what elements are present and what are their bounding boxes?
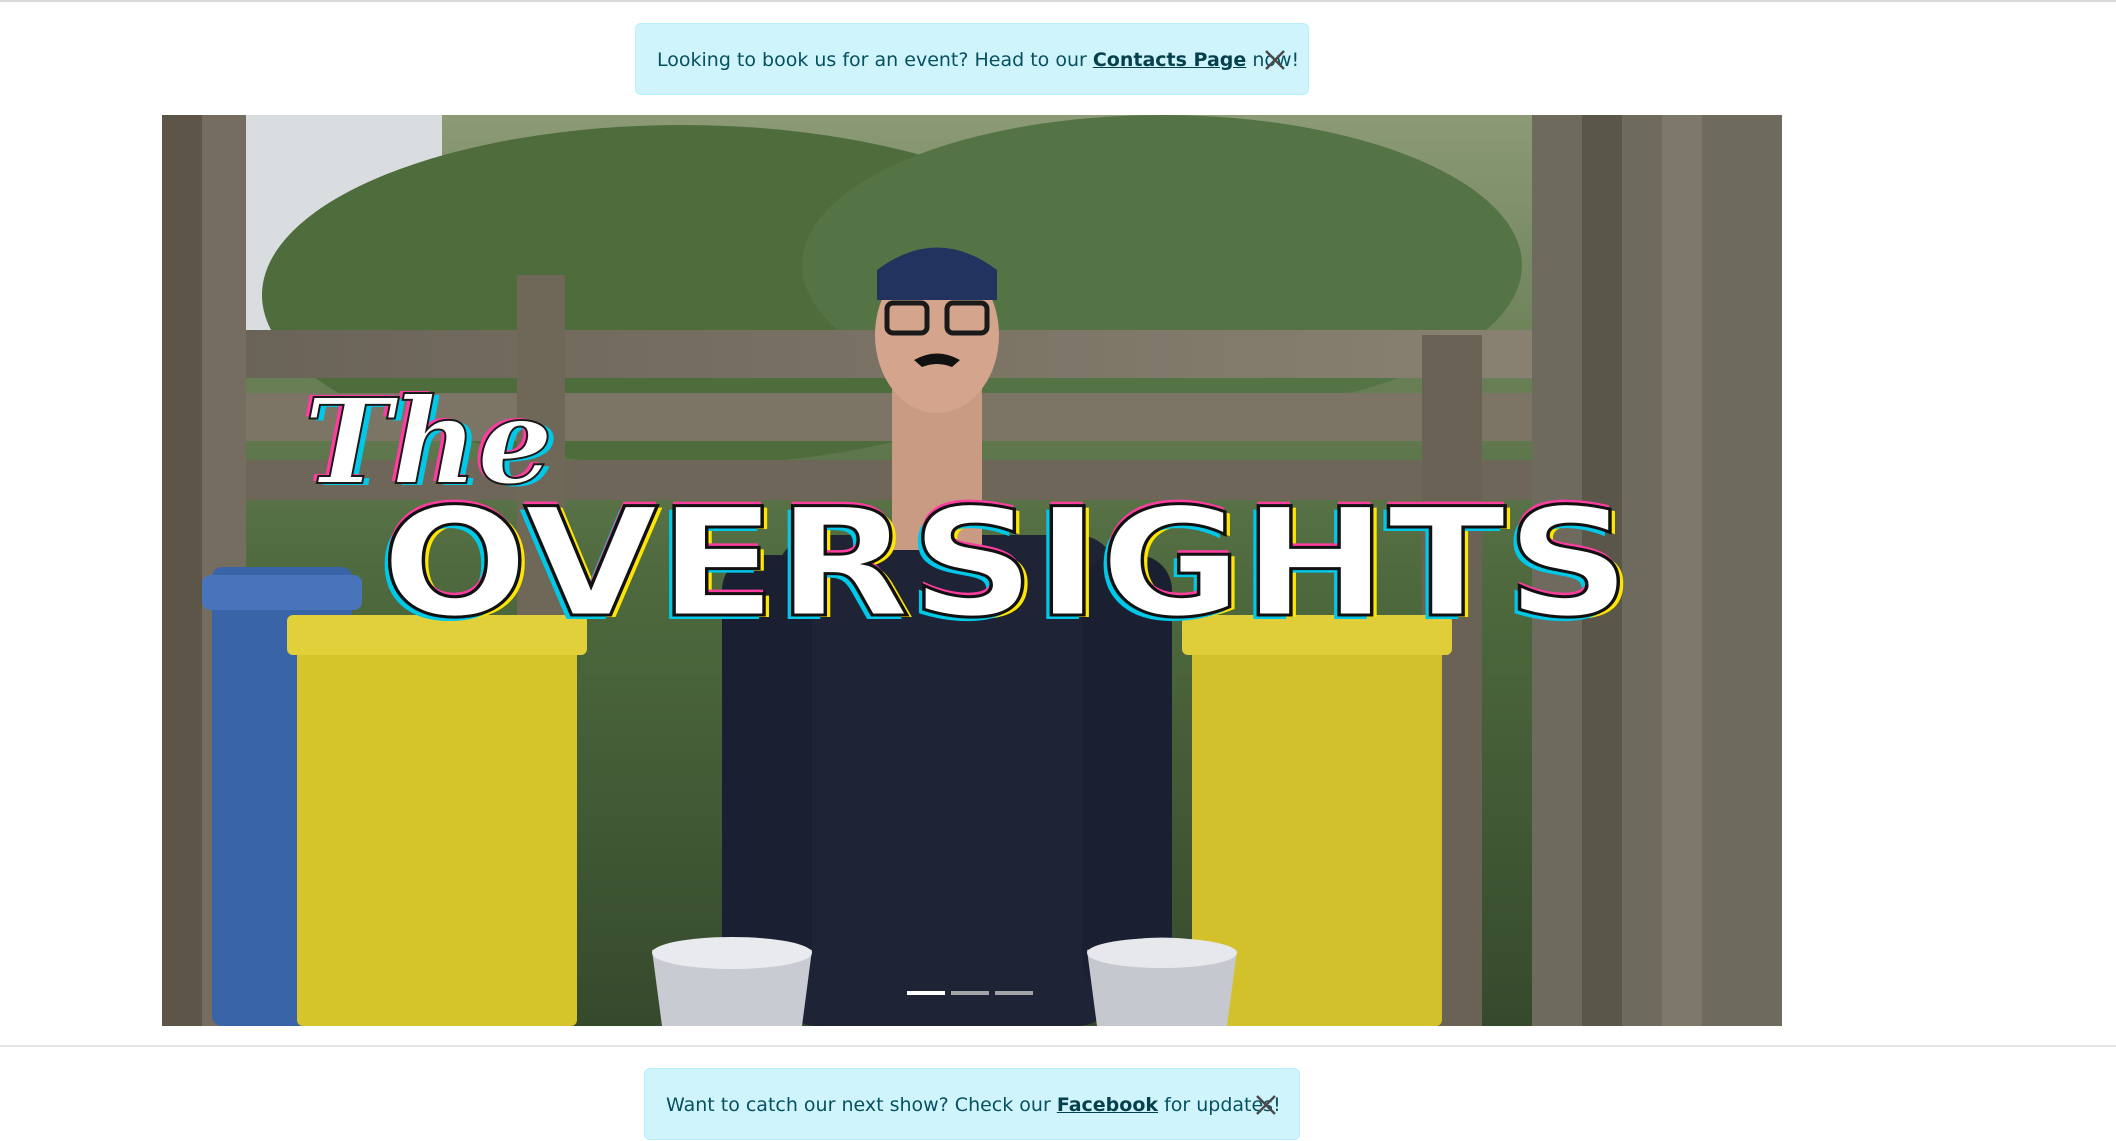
carousel-indicator-2[interactable]	[951, 991, 989, 995]
bottom-alert: Want to catch our next show? Check our F…	[644, 1068, 1300, 1140]
carousel-indicators	[907, 991, 1037, 997]
contacts-page-link[interactable]: Contacts Page	[1093, 49, 1246, 71]
top-alert-text: Looking to book us for an event? Head to…	[657, 49, 1087, 71]
bottom-alert-close-button[interactable]	[1233, 1069, 1299, 1141]
oversights-logo: The The The OVERSIGHTS OVERSIGHTS OVERSI…	[300, 370, 1636, 655]
top-alert-close-button[interactable]	[1242, 24, 1308, 96]
section-divider	[0, 1045, 2116, 1047]
close-icon	[1265, 50, 1285, 70]
hero-carousel[interactable]: The The The OVERSIGHTS OVERSIGHTS OVERSI…	[162, 115, 1782, 1026]
carousel-indicator-1[interactable]	[907, 991, 945, 995]
top-alert: Looking to book us for an event? Head to…	[635, 23, 1309, 95]
logo-title: OVERSIGHTS	[381, 477, 1631, 651]
top-divider	[0, 0, 2116, 2]
bottom-alert-text: Want to catch our next show? Check our	[666, 1094, 1051, 1116]
facebook-link[interactable]: Facebook	[1057, 1094, 1158, 1116]
carousel-indicator-3[interactable]	[995, 991, 1033, 995]
close-icon	[1256, 1095, 1276, 1115]
